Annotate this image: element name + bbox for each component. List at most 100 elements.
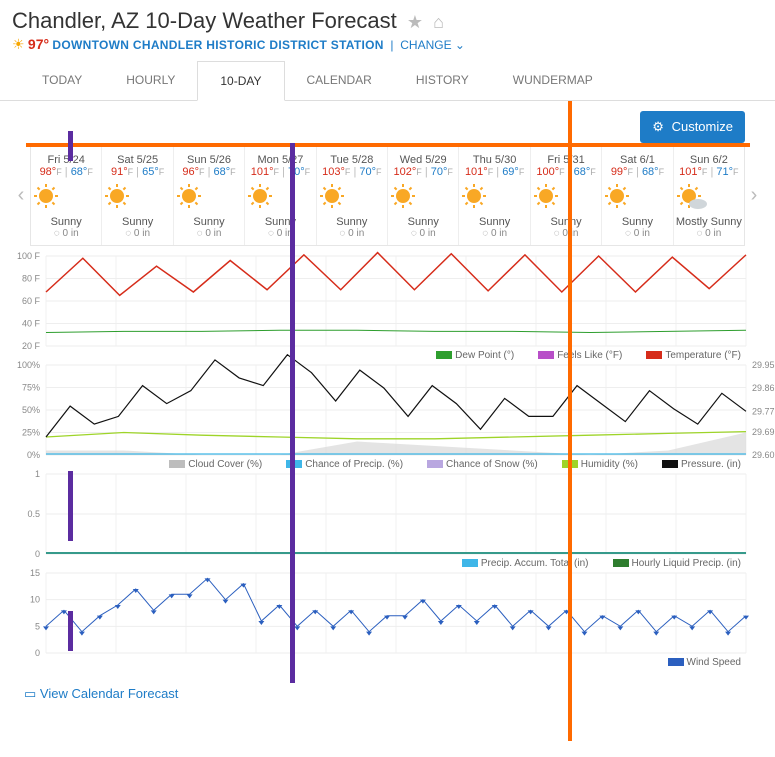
- forecast-carousel: ‹ Fri 5/2498°F | 68°FSunny◌ 0 inSat 5/25…: [12, 145, 763, 246]
- tab-hourly[interactable]: HOURLY: [104, 61, 197, 100]
- svg-text:29.95: 29.95: [752, 360, 775, 370]
- day-temps: 101°F | 69°F: [459, 166, 529, 178]
- title-text: Chandler, AZ 10-Day Weather Forecast: [12, 8, 397, 33]
- tab-wundermap[interactable]: WUNDERMAP: [491, 61, 615, 100]
- chart-legend: Precip. Accum. Total (in)Hourly Liquid P…: [46, 554, 743, 573]
- tab-bar: TODAYHOURLY10-DAYCALENDARHISTORYWUNDERMA…: [0, 61, 775, 101]
- svg-text:29.69: 29.69: [752, 427, 775, 437]
- chart-legend: Dew Point (°)Feels Like (°F)Temperature …: [46, 346, 743, 365]
- tab-history[interactable]: HISTORY: [394, 61, 491, 100]
- day-card[interactable]: Fri 5/2498°F | 68°F Sunny◌ 0 in: [31, 146, 102, 245]
- day-date: Sun 5/26: [174, 154, 244, 166]
- day-precip: ◌ 0 in: [459, 228, 529, 239]
- day-precip: ◌ 0 in: [102, 228, 172, 239]
- page: Chandler, AZ 10-Day Weather Forecast ★ ⌂…: [0, 8, 775, 716]
- view-calendar-link[interactable]: ▭ View Calendar Forecast: [24, 686, 763, 702]
- tab-today[interactable]: TODAY: [20, 61, 104, 100]
- svg-text:1: 1: [35, 469, 40, 479]
- day-precip: ◌ 0 in: [317, 228, 387, 239]
- precip-chart: 00.51: [46, 474, 746, 554]
- sun-icon: [602, 182, 672, 212]
- customize-label: Customize: [672, 119, 733, 134]
- temperature-chart: 20 F40 F60 F80 F100 F: [46, 256, 746, 346]
- sun-icon: ☀: [12, 36, 25, 52]
- day-condition: Sunny: [602, 216, 672, 228]
- day-card[interactable]: Wed 5/29102°F | 70°FSunny◌ 0 in: [388, 146, 459, 245]
- day-card[interactable]: Sat 6/199°F | 68°F Sunny◌ 0 in: [602, 146, 673, 245]
- day-temps: 101°F | 70°F: [245, 166, 315, 178]
- customize-button[interactable]: ⚙ Customize: [640, 111, 745, 143]
- day-date: Thu 5/30: [459, 154, 529, 166]
- day-date: Tue 5/28: [317, 154, 387, 166]
- svg-text:29.60: 29.60: [752, 450, 775, 460]
- humidity-chart: 0%25%50%75%100% 29.6029.6929.7729.8629.9…: [46, 365, 746, 455]
- day-temps: 101°F | 71°F: [674, 166, 744, 178]
- svg-text:20 F: 20 F: [22, 341, 41, 351]
- prev-day-button[interactable]: ‹: [12, 184, 30, 207]
- svg-text:50%: 50%: [22, 405, 40, 415]
- tab-10-day[interactable]: 10-DAY: [197, 61, 284, 101]
- svg-text:25%: 25%: [22, 428, 40, 438]
- day-cards: Fri 5/2498°F | 68°FSunny◌ 0 inSat 5/2591…: [30, 145, 745, 246]
- day-temps: 96°F | 68°F: [174, 166, 244, 178]
- day-temps: 100°F | 68°F: [531, 166, 601, 178]
- mostly-sunny-icon: [674, 182, 744, 212]
- change-station-link[interactable]: CHANGE: [400, 38, 451, 52]
- day-temps: 102°F | 70°F: [388, 166, 458, 178]
- day-card[interactable]: Tue 5/28103°F | 70°FSunny◌ 0 in: [317, 146, 388, 245]
- tab-calendar[interactable]: CALENDAR: [285, 61, 394, 100]
- day-precip: ◌ 0 in: [388, 228, 458, 239]
- day-precip: ◌ 0 in: [31, 228, 101, 239]
- chart-stack: 20 F40 F60 F80 F100 F Dew Point (°)Feels…: [46, 256, 743, 672]
- content: ⚙ Customize ‹ Fri 5/2498°F | 68°FSunny◌ …: [0, 101, 775, 716]
- day-card[interactable]: Sun 6/2101°F | 71°FMostly Sunny◌ 0 in: [674, 146, 744, 245]
- day-precip: ◌ 0 in: [245, 228, 315, 239]
- sun-icon: [459, 182, 529, 212]
- day-precip: ◌ 0 in: [174, 228, 244, 239]
- sun-icon: [31, 182, 101, 212]
- home-icon[interactable]: ⌂: [433, 12, 444, 32]
- day-condition: Sunny: [531, 216, 601, 228]
- day-condition: Sunny: [102, 216, 172, 228]
- day-date: Sat 6/1: [602, 154, 672, 166]
- svg-text:100 F: 100 F: [17, 251, 41, 261]
- day-card[interactable]: Sat 5/2591°F | 65°F Sunny◌ 0 in: [102, 146, 173, 245]
- day-date: Sun 6/2: [674, 154, 744, 166]
- day-precip: ◌ 0 in: [531, 228, 601, 239]
- station-link[interactable]: DOWNTOWN CHANDLER HISTORIC DISTRICT STAT…: [52, 38, 383, 52]
- day-card[interactable]: Thu 5/30101°F | 69°FSunny◌ 0 in: [459, 146, 530, 245]
- day-precip: ◌ 0 in: [674, 228, 744, 239]
- day-condition: Sunny: [317, 216, 387, 228]
- chart-legend: Wind Speed: [46, 653, 743, 672]
- gear-icon: ⚙: [652, 119, 664, 134]
- day-condition: Sunny: [31, 216, 101, 228]
- current-temp: 97°: [28, 36, 49, 52]
- svg-text:75%: 75%: [22, 383, 40, 393]
- day-card[interactable]: Sun 5/2696°F | 68°F Sunny◌ 0 in: [174, 146, 245, 245]
- subheader: ☀ 97° DOWNTOWN CHANDLER HISTORIC DISTRIC…: [12, 36, 775, 53]
- day-card[interactable]: Mon 5/27101°F | 70°FSunny◌ 0 in: [245, 146, 316, 245]
- svg-text:40 F: 40 F: [22, 319, 41, 329]
- day-date: Sat 5/25: [102, 154, 172, 166]
- day-precip: ◌ 0 in: [602, 228, 672, 239]
- sun-icon: [388, 182, 458, 212]
- sun-icon: [245, 182, 315, 212]
- day-card[interactable]: Fri 5/31100°F | 68°FSunny◌ 0 in: [531, 146, 602, 245]
- favorite-icon[interactable]: ★: [407, 12, 423, 32]
- calendar-icon: ▭: [24, 686, 36, 701]
- svg-text:0: 0: [35, 549, 40, 559]
- day-date: Fri 5/24: [31, 154, 101, 166]
- day-temps: 99°F | 68°F: [602, 166, 672, 178]
- day-condition: Sunny: [245, 216, 315, 228]
- day-temps: 98°F | 68°F: [31, 166, 101, 178]
- chevron-down-icon[interactable]: ⌄: [455, 38, 465, 52]
- svg-text:80 F: 80 F: [22, 274, 41, 284]
- wind-chart: 051015: [46, 573, 746, 653]
- svg-text:5: 5: [35, 621, 40, 631]
- sun-icon: [102, 182, 172, 212]
- day-condition: Sunny: [174, 216, 244, 228]
- day-date: Wed 5/29: [388, 154, 458, 166]
- next-day-button[interactable]: ›: [745, 184, 763, 207]
- view-calendar-label: View Calendar Forecast: [40, 686, 179, 701]
- day-temps: 91°F | 65°F: [102, 166, 172, 178]
